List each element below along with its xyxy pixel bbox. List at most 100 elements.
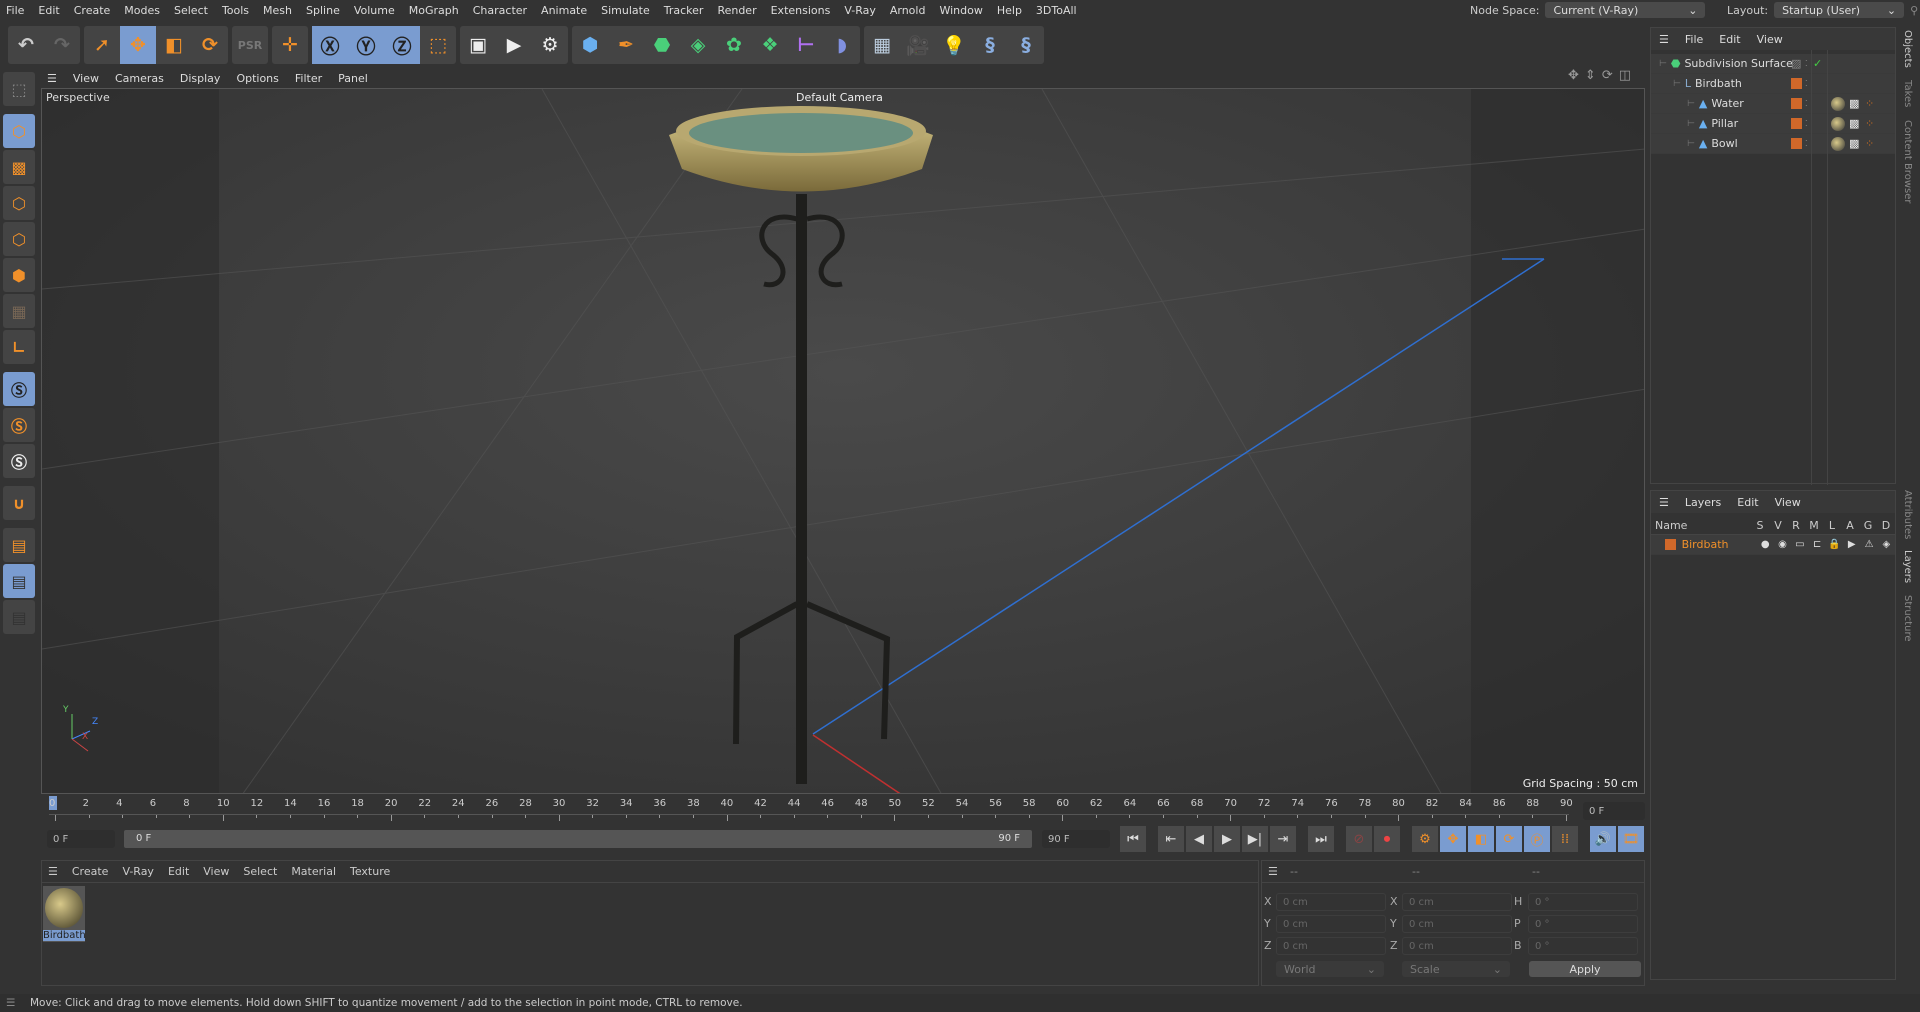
menu-3dtoall[interactable]: 3DToAll	[1036, 4, 1077, 17]
deformer-icon[interactable]: ⊢	[788, 26, 824, 64]
layer-column-d[interactable]: D	[1877, 519, 1895, 532]
z-axis-icon[interactable]: Ⓩ	[384, 26, 420, 64]
texture-tag-icon[interactable]: ▩	[1849, 117, 1859, 130]
material-menu-v-ray[interactable]: V-Ray	[122, 865, 154, 878]
menu-help[interactable]: Help	[997, 4, 1022, 17]
vray-tag-icon[interactable]: ⁘	[1865, 117, 1874, 130]
object-row[interactable]: ⊢ ▲ Bowl ⁚ ▩ ⁘	[1651, 134, 1895, 154]
layer-column-l[interactable]: L	[1823, 519, 1841, 532]
snap-icon[interactable]: Ⓢ	[3, 372, 35, 406]
visible-icon[interactable]: ◉	[1774, 539, 1791, 550]
layer-column-s[interactable]: S	[1751, 519, 1769, 532]
menu-file[interactable]: File	[6, 4, 24, 17]
redo-icon[interactable]: ↷	[44, 26, 80, 64]
edge-mode-icon[interactable]: ⬡	[3, 222, 35, 256]
scale-tool-icon[interactable]: ◧	[156, 26, 192, 64]
texture-tag-icon[interactable]: ▩	[1849, 137, 1859, 150]
key-rotation-icon[interactable]: ⟳	[1496, 826, 1522, 852]
checkmark-icon[interactable]: ✓	[1813, 57, 1822, 70]
transform-icon[interactable]: ✛	[272, 26, 308, 64]
layer-color-swatch[interactable]	[1665, 539, 1676, 550]
make-editable-icon[interactable]: ⬚	[3, 72, 35, 106]
x-axis-icon[interactable]: Ⓧ	[312, 26, 348, 64]
material-menu-select[interactable]: Select	[243, 865, 277, 878]
render-settings-icon[interactable]: ⚙	[532, 26, 568, 64]
generators-icon[interactable]: ⚠	[1860, 539, 1877, 550]
layer-column-g[interactable]: G	[1859, 519, 1877, 532]
side-tab-attributes[interactable]: Attributes	[1902, 490, 1913, 539]
range-end-field[interactable]: 90 F	[1042, 830, 1110, 848]
hamburger-icon[interactable]: ☰	[6, 997, 15, 1009]
cube-icon[interactable]: ⬢	[572, 26, 608, 64]
size-y-field[interactable]: 0 cm	[1402, 915, 1512, 933]
magnet-icon[interactable]: ∪	[3, 486, 35, 520]
render-icon[interactable]: ▶	[496, 26, 532, 64]
camera-icon[interactable]: 🎥	[900, 26, 936, 64]
maximize-icon[interactable]: ◫	[1619, 68, 1631, 83]
visibility-dots-icon[interactable]: ⁚	[1805, 139, 1808, 148]
menu-window[interactable]: Window	[939, 4, 982, 17]
menu-spline[interactable]: Spline	[306, 4, 340, 17]
visibility-dots-icon[interactable]: ⁚	[1805, 99, 1808, 108]
render-view-icon[interactable]: ▣	[460, 26, 496, 64]
layer-color-tag[interactable]	[1791, 78, 1802, 89]
viewport-menu-options[interactable]: Options	[236, 72, 278, 85]
rotation-p-field[interactable]: 0 °	[1528, 915, 1638, 933]
menu-arnold[interactable]: Arnold	[890, 4, 926, 17]
undo-icon[interactable]: ↶	[8, 26, 44, 64]
menu-extensions[interactable]: Extensions	[771, 4, 831, 17]
material-menu-create[interactable]: Create	[72, 865, 109, 878]
vray-tag-icon[interactable]: ⁘	[1865, 97, 1874, 110]
edit-icon[interactable]: ▨	[1791, 57, 1801, 70]
menu-edit[interactable]: Edit	[38, 4, 59, 17]
menu-tools[interactable]: Tools	[222, 4, 249, 17]
subdivision-icon[interactable]: ⬣	[644, 26, 680, 64]
render-icon[interactable]: ▭	[1791, 539, 1808, 550]
search-icon[interactable]: ⚲	[1910, 4, 1918, 17]
viewport-menu-display[interactable]: Display	[180, 72, 221, 85]
key-position-icon[interactable]: ✥	[1440, 826, 1466, 852]
lock-icon[interactable]: 🔒	[1826, 539, 1843, 550]
position-x-field[interactable]: 0 cm	[1276, 893, 1386, 911]
layer-color-tag[interactable]	[1791, 138, 1802, 149]
snap-settings-icon[interactable]: Ⓢ	[3, 408, 35, 442]
next-frame-icon[interactable]: ▶|	[1242, 826, 1268, 852]
visibility-dots-icon[interactable]: ⁚	[1805, 79, 1808, 88]
next-key-icon[interactable]: ⇥	[1270, 826, 1296, 852]
hamburger-icon[interactable]: ☰	[1659, 33, 1669, 46]
visibility-dots-icon[interactable]: ⁚	[1805, 119, 1808, 128]
menu-volume[interactable]: Volume	[354, 4, 395, 17]
material-menu-view[interactable]: View	[203, 865, 229, 878]
vray-tag-icon[interactable]: ⁘	[1865, 137, 1874, 150]
rotation-b-field[interactable]: 0 °	[1528, 937, 1638, 955]
field-icon[interactable]: ◗	[824, 26, 860, 64]
light-icon[interactable]: 💡	[936, 26, 972, 64]
previous-key-icon[interactable]: ⇤	[1158, 826, 1184, 852]
coordinate-mode-dropdown[interactable]: Scale ⌄	[1402, 961, 1510, 977]
texture-tag-icon[interactable]: ▩	[1849, 97, 1859, 110]
menu-render[interactable]: Render	[717, 4, 756, 17]
psr-icon[interactable]: PSR	[232, 26, 268, 64]
current-frame-field[interactable]: 0 F	[1583, 802, 1645, 820]
menu-create[interactable]: Create	[74, 4, 111, 17]
object-row[interactable]: ⊢ ▲ Pillar ⁚ ▩ ⁘	[1651, 114, 1895, 134]
layers-menu-view[interactable]: View	[1775, 496, 1801, 509]
python-icon-2[interactable]: §	[1008, 26, 1044, 64]
viewport-menu-view[interactable]: View	[73, 72, 99, 85]
workplane-lock-icon[interactable]: ▤	[3, 564, 35, 598]
material-tag-icon[interactable]	[1831, 96, 1845, 111]
viewport-menu-filter[interactable]: Filter	[295, 72, 322, 85]
node-space-dropdown[interactable]: Current (V-Ray) ⌄	[1545, 2, 1706, 18]
position-y-field[interactable]: 0 cm	[1276, 915, 1386, 933]
workplane-icon[interactable]: ▤	[3, 528, 35, 562]
object-row[interactable]: ⊢ ▲ Water ⁚ ▩ ⁘	[1651, 94, 1895, 114]
material-menu-edit[interactable]: Edit	[168, 865, 189, 878]
timeline-ruler[interactable]: 0 2 4 6 8 10 12 14 16 18 20 22 24 26 28 30 32 34 36 38 40 42 4…	[41, 796, 1645, 822]
layer-color-tag[interactable]	[1791, 98, 1802, 109]
viewport-menu-cameras[interactable]: Cameras	[115, 72, 164, 85]
layer-column-v[interactable]: V	[1769, 519, 1787, 532]
material-tag-icon[interactable]	[1831, 136, 1845, 151]
position-z-field[interactable]: 0 cm	[1276, 937, 1386, 955]
manager-icon[interactable]: ⊏	[1809, 539, 1826, 550]
menu-modes[interactable]: Modes	[124, 4, 160, 17]
